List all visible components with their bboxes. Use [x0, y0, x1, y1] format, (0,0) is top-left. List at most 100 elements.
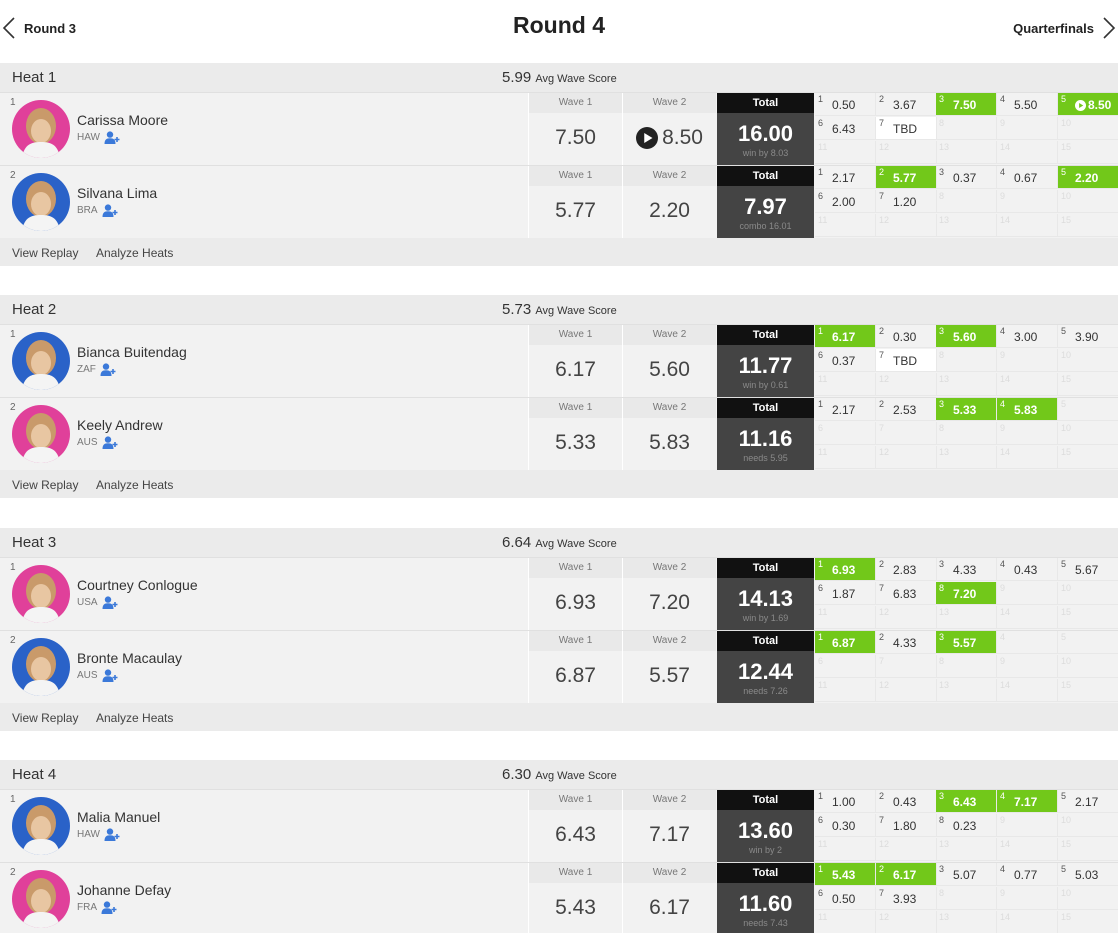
- wave1-score: 7.50: [529, 113, 622, 163]
- wave-value: 0.43: [893, 795, 917, 809]
- wave-score-cell[interactable]: 4 5.83: [997, 398, 1058, 421]
- wave-score-cell[interactable]: 5 5.03: [1058, 863, 1118, 886]
- wave-score-cell[interactable]: 4 0.77: [997, 863, 1058, 886]
- wave-score-cell: 13: [936, 911, 997, 933]
- wave-score-cell[interactable]: 4 5.50: [997, 93, 1058, 116]
- follow-athlete-icon[interactable]: [102, 596, 118, 609]
- wave-score-cell[interactable]: 1 6.17: [815, 325, 876, 348]
- wave-score-cell[interactable]: 2 4.33: [876, 631, 937, 654]
- wave-score-cell[interactable]: 1 1.00: [815, 790, 876, 813]
- wave-score-cell[interactable]: 7 1.20: [876, 190, 937, 213]
- wave-score-cell[interactable]: 8 0.23: [936, 814, 997, 837]
- wave-score-cell[interactable]: 1 0.50: [815, 93, 876, 116]
- wave-score-cell[interactable]: 2 5.77: [876, 166, 937, 189]
- surfer-name[interactable]: Carissa Moore: [77, 112, 168, 128]
- wave-score-cell[interactable]: 5 2.20: [1058, 166, 1118, 189]
- wave-score-cell[interactable]: 3 6.43: [936, 790, 997, 813]
- wave-score-cell[interactable]: 3 0.37: [936, 166, 997, 189]
- wave-score-cell[interactable]: 7 3.93: [876, 887, 937, 910]
- avatar[interactable]: [12, 638, 70, 696]
- wave1-score: 6.43: [529, 810, 622, 860]
- wave-score-cell[interactable]: 5 8.50: [1058, 93, 1118, 116]
- surfer-name[interactable]: Malia Manuel: [77, 809, 160, 825]
- wave1-column: Wave 1 5.43: [528, 863, 622, 933]
- analyze-heats-link[interactable]: Analyze Heats: [96, 478, 173, 492]
- wave2-score[interactable]: 8.50: [623, 113, 716, 163]
- surfer-name[interactable]: Silvana Lima: [77, 185, 157, 201]
- analyze-heats-link[interactable]: Analyze Heats: [96, 711, 173, 725]
- wave-score-cell[interactable]: 4 3.00: [997, 325, 1058, 348]
- view-replay-link[interactable]: View Replay: [12, 711, 78, 725]
- follow-athlete-icon[interactable]: [102, 436, 118, 449]
- wave-score-cell[interactable]: 6 2.00: [815, 190, 876, 213]
- surfer-name[interactable]: Keely Andrew: [77, 417, 163, 433]
- wave-number: 5: [1061, 559, 1067, 569]
- wave-score-cell: 9: [997, 814, 1058, 837]
- view-replay-link[interactable]: View Replay: [12, 478, 78, 492]
- wave-score-cell[interactable]: 7 TBD: [876, 117, 937, 140]
- wave-score-cell[interactable]: 4 0.67: [997, 166, 1058, 189]
- wave-score-cell[interactable]: 8 7.20: [936, 582, 997, 605]
- wave1-column: Wave 1 5.77: [528, 166, 622, 238]
- wave-number: 1: [818, 791, 824, 801]
- wave-score-cell[interactable]: 5 3.90: [1058, 325, 1118, 348]
- avatar[interactable]: [12, 332, 70, 390]
- wave-value: 0.37: [953, 171, 977, 185]
- wave-score-cell[interactable]: 2 2.83: [876, 558, 937, 581]
- wave-score-cell[interactable]: 6 6.43: [815, 117, 876, 140]
- wave-score-cell[interactable]: 3 4.33: [936, 558, 997, 581]
- wave-score-cell[interactable]: 6 0.50: [815, 887, 876, 910]
- wave-score-cell[interactable]: 2 0.43: [876, 790, 937, 813]
- surfer-name[interactable]: Johanne Defay: [77, 882, 171, 898]
- surfer-name[interactable]: Courtney Conlogue: [77, 577, 198, 593]
- wave1-value: 6.87: [555, 664, 596, 687]
- follow-athlete-icon[interactable]: [102, 204, 118, 217]
- wave-score-cell[interactable]: 2 2.53: [876, 398, 937, 421]
- wave-score-cell[interactable]: 4 0.43: [997, 558, 1058, 581]
- avatar[interactable]: [12, 405, 70, 463]
- wave-score-cell[interactable]: 1 6.93: [815, 558, 876, 581]
- wave-score-cell[interactable]: 6 1.87: [815, 582, 876, 605]
- wave-score-cell[interactable]: 3 5.07: [936, 863, 997, 886]
- follow-athlete-icon[interactable]: [101, 901, 117, 914]
- wave-score-cell[interactable]: 1 5.43: [815, 863, 876, 886]
- wave-score-cell[interactable]: 2 0.30: [876, 325, 937, 348]
- wave-score-cell[interactable]: 4 7.17: [997, 790, 1058, 813]
- total-score: 11.60: [738, 891, 793, 916]
- wave-score-cell[interactable]: 3 7.50: [936, 93, 997, 116]
- surfer-name[interactable]: Bianca Buitendag: [77, 344, 187, 360]
- wave-score-cell[interactable]: 7 6.83: [876, 582, 937, 605]
- previous-round-link[interactable]: Round 3: [2, 14, 76, 42]
- wave-score-cell[interactable]: 3 5.57: [936, 631, 997, 654]
- follow-athlete-icon[interactable]: [104, 131, 120, 144]
- wave-score-cell[interactable]: 3 5.60: [936, 325, 997, 348]
- wave-score-cell[interactable]: 5 5.67: [1058, 558, 1118, 581]
- avatar[interactable]: [12, 100, 70, 158]
- avatar[interactable]: [12, 565, 70, 623]
- wave-score-cell[interactable]: 5 2.17: [1058, 790, 1118, 813]
- surfer-country: ZAF: [77, 363, 116, 376]
- analyze-heats-link[interactable]: Analyze Heats: [96, 246, 173, 260]
- wave-score-cell[interactable]: 1 2.17: [815, 398, 876, 421]
- view-replay-link[interactable]: View Replay: [12, 246, 78, 260]
- wave-score-cell[interactable]: 1 2.17: [815, 166, 876, 189]
- follow-athlete-icon[interactable]: [100, 363, 116, 376]
- wave-score-cell[interactable]: 2 3.67: [876, 93, 937, 116]
- wave-score-cell[interactable]: 7 1.80: [876, 814, 937, 837]
- wave-score-cell[interactable]: 6 0.37: [815, 349, 876, 372]
- follow-athlete-icon[interactable]: [102, 669, 118, 682]
- avatar[interactable]: [12, 870, 70, 928]
- next-round-link[interactable]: Quarterfinals: [1013, 14, 1116, 42]
- avatar[interactable]: [12, 173, 70, 231]
- wave2-header: Wave 2: [623, 93, 716, 113]
- wave-score-cell[interactable]: 1 6.87: [815, 631, 876, 654]
- follow-athlete-icon[interactable]: [104, 828, 120, 841]
- wave-score-cell[interactable]: 3 5.33: [936, 398, 997, 421]
- wave-score-cell[interactable]: 2 6.17: [876, 863, 937, 886]
- avatar[interactable]: [12, 797, 70, 855]
- surfer-name[interactable]: Bronte Macaulay: [77, 650, 182, 666]
- total-status: needs 7.43: [743, 918, 788, 928]
- wave-score-cell[interactable]: 7 TBD: [876, 349, 937, 372]
- wave-score-cell[interactable]: 6 0.30: [815, 814, 876, 837]
- play-icon: [636, 127, 659, 149]
